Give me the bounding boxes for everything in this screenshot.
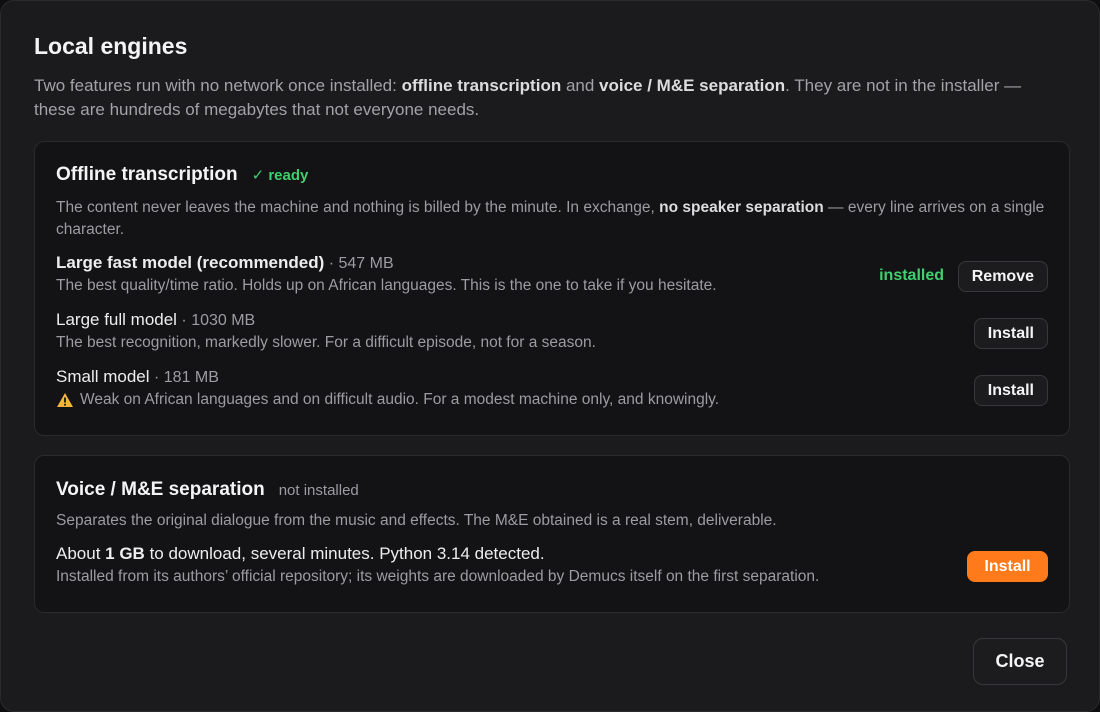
local-engines-dialog: Local engines Two features run with no n…: [0, 0, 1100, 712]
info-text: to download, several minutes. Python 3.1…: [144, 544, 545, 563]
model-size: · 181 MB: [149, 369, 219, 386]
info-text: About: [56, 544, 106, 563]
model-name: Large full model · 1030 MB: [56, 310, 1048, 330]
model-warning: Weak on African languages and on difficu…: [56, 391, 1048, 409]
ready-status-badge: ✓ ready: [251, 167, 309, 184]
separation-title: Voice / M&E separation: [56, 479, 265, 500]
intro-bold-transcription: offline transcription: [401, 76, 562, 95]
close-button[interactable]: Close: [973, 638, 1067, 685]
install-large-full-button[interactable]: Install: [973, 318, 1048, 349]
model-title: Large fast model (recommended): [56, 253, 325, 272]
warning-text: Weak on African languages and on difficu…: [80, 391, 720, 408]
not-installed-status: not installed: [278, 482, 359, 499]
separation-description: Separates the original dialogue from the…: [56, 512, 777, 529]
install-separation-button[interactable]: Install: [967, 551, 1048, 582]
dialog-title: Local engines: [34, 33, 188, 59]
model-row-small: Small model · 181 MB Weak on African lan…: [56, 367, 1048, 417]
model-title: Large full model: [56, 310, 177, 329]
model-name: Small model · 181 MB: [56, 367, 1048, 387]
install-source-info: Installed from its authors’ official rep…: [56, 568, 820, 585]
intro-text: Two features run with no network once in…: [34, 76, 402, 95]
intro-bold-separation: voice / M&E separation: [599, 76, 786, 95]
dialog-intro: Two features run with no network once in…: [34, 74, 1064, 122]
download-info: About 1 GB to download, several minutes.…: [56, 544, 1048, 564]
transcription-card: Offline transcription ✓ ready The conten…: [34, 141, 1070, 436]
desc-bold: no speaker separation: [659, 199, 824, 216]
installed-status: installed: [879, 267, 944, 284]
install-small-button[interactable]: Install: [973, 375, 1048, 406]
model-row-large-full: Large full model · 1030 MB The best reco…: [56, 310, 1048, 360]
warning-icon: [57, 393, 73, 407]
separation-info-row: About 1 GB to download, several minutes.…: [56, 544, 1048, 594]
separation-header: Voice / M&E separation not installed: [56, 479, 359, 501]
desc-text: The content never leaves the machine and…: [56, 199, 660, 216]
remove-button[interactable]: Remove: [957, 261, 1048, 292]
intro-text: and: [561, 76, 600, 95]
transcription-description: The content never leaves the machine and…: [56, 197, 1051, 241]
model-size: · 1030 MB: [176, 312, 256, 329]
separation-card: Voice / M&E separation not installed Sep…: [34, 455, 1070, 613]
model-row-large-fast: Large fast model (recommended) · 547 MB …: [56, 253, 1048, 303]
info-size: 1 GB: [105, 544, 145, 563]
transcription-header: Offline transcription ✓ ready: [56, 164, 308, 186]
model-size: · 547 MB: [324, 255, 394, 272]
transcription-title: Offline transcription: [56, 164, 238, 185]
model-title: Small model: [56, 367, 150, 386]
model-description: The best recognition, markedly slower. F…: [56, 334, 596, 351]
